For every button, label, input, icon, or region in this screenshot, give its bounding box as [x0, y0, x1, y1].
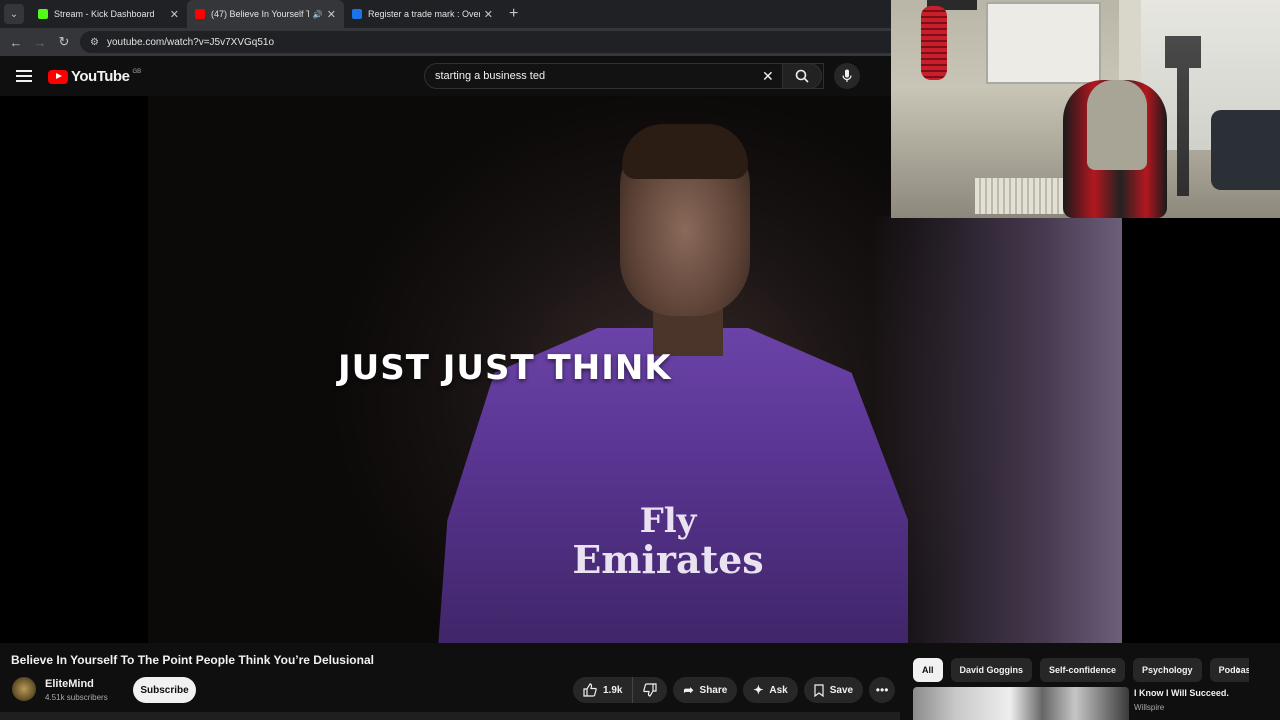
webcam-microphone — [921, 6, 947, 80]
chevron-right-icon[interactable]: › — [1236, 661, 1241, 677]
hair-shape — [622, 124, 748, 179]
logo-text: YouTube — [71, 68, 130, 85]
youtube-favicon-icon — [195, 9, 205, 19]
search-icon — [795, 69, 809, 83]
dislike-button[interactable] — [633, 677, 667, 703]
right-panel-dark — [1122, 218, 1280, 643]
recommendation-title[interactable]: I Know I Will Succeed. — [1134, 688, 1229, 698]
tab-close-icon[interactable]: ✕ — [327, 8, 336, 21]
search-button[interactable] — [782, 63, 822, 89]
tab-label: Register a trade mark : Overvie — [368, 9, 480, 19]
clear-search-icon[interactable]: ✕ — [762, 68, 774, 85]
video-caption: JUST JUST THINK — [338, 348, 672, 388]
tab-close-icon[interactable]: ✕ — [170, 8, 179, 21]
like-button[interactable]: 1.9k — [573, 677, 634, 703]
menu-icon[interactable] — [16, 70, 32, 82]
gov-favicon-icon — [352, 9, 362, 19]
new-tab-icon[interactable]: + — [509, 5, 518, 23]
youtube-logo[interactable]: YouTube GB — [48, 68, 141, 85]
ask-label: Ask — [769, 684, 788, 696]
url-text: youtube.com/watch?v=J5v7XVGq51o — [106, 36, 275, 48]
recommendation-channel[interactable]: Willspire — [1134, 703, 1164, 712]
sparkle-icon: ✦ — [753, 683, 764, 697]
video-actions: 1.9k ➦ Share ✦ Ask Save ••• — [573, 677, 896, 703]
filter-chips: All David Goggins Self-confidence Psycho… — [913, 657, 1249, 683]
webcam-sofa — [1211, 110, 1280, 190]
thumbs-up-icon — [583, 683, 597, 697]
video-title: Believe In Yourself To The Point People … — [11, 653, 374, 667]
recommendation-thumbnail[interactable] — [913, 687, 1129, 720]
youtube-play-icon — [48, 69, 68, 84]
country-code: GB — [132, 68, 142, 75]
browser-tab-youtube[interactable]: (47) Believe In Yourself To T 🔊 ✕ — [187, 0, 344, 28]
thumbs-down-icon — [643, 683, 658, 697]
video-info: Believe In Yourself To The Point People … — [0, 643, 1280, 720]
search-query: starting a business ted — [435, 70, 546, 82]
jersey-line2: Emirates — [572, 536, 764, 582]
speaker-icon[interactable]: 🔊 — [313, 10, 323, 19]
address-bar[interactable]: ⚙ youtube.com/watch?v=J5v7XVGq51o — [80, 31, 960, 53]
chip-psychology[interactable]: Psychology — [1133, 658, 1202, 682]
subscriber-count: 4.51k subscribers — [45, 693, 108, 702]
save-label: Save — [829, 684, 854, 696]
like-count: 1.9k — [603, 684, 623, 696]
share-label: Share — [699, 684, 728, 696]
chip-self-confidence[interactable]: Self-confidence — [1040, 658, 1126, 682]
side-glow — [872, 216, 1122, 643]
share-button[interactable]: ➦ Share — [673, 677, 738, 703]
tab-label: (47) Believe In Yourself To T — [211, 9, 309, 19]
more-horizontal-icon: ••• — [875, 683, 889, 697]
webcam-whiteboard — [986, 2, 1101, 84]
ask-button[interactable]: ✦ Ask — [743, 677, 798, 703]
browser-tab-trademark[interactable]: Register a trade mark : Overvie ✕ — [344, 0, 501, 28]
page-scroll-strip — [0, 712, 900, 720]
channel-name[interactable]: EliteMind — [45, 678, 94, 690]
tab-close-icon[interactable]: ✕ — [484, 8, 493, 21]
jersey-line1: Fly — [639, 501, 697, 541]
site-info-icon[interactable]: ⚙ — [90, 37, 99, 48]
share-icon: ➦ — [683, 683, 694, 697]
forward-arrow-icon[interactable]: → — [28, 35, 52, 50]
save-button[interactable]: Save — [803, 677, 864, 703]
microphone-icon — [842, 69, 852, 82]
back-arrow-icon[interactable]: ← — [4, 35, 28, 50]
browser-tab-kick[interactable]: Stream - Kick Dashboard ✕ — [30, 0, 187, 28]
like-dislike-bar: 1.9k — [573, 677, 668, 703]
avatar[interactable] — [12, 677, 36, 701]
kick-favicon-icon — [38, 9, 48, 19]
tab-search-button[interactable]: ⌄ — [4, 4, 24, 24]
webcam-overlay — [891, 0, 1280, 218]
voice-search-button[interactable] — [834, 63, 860, 89]
webcam-hoodie — [1087, 80, 1147, 170]
chip-all[interactable]: All — [913, 658, 943, 682]
webcam-radiator — [975, 178, 1065, 214]
jersey-sponsor-text: Fly Emirates — [558, 501, 778, 582]
bookmark-icon — [814, 683, 824, 697]
subscribe-button[interactable]: Subscribe — [133, 677, 196, 703]
chip-david-goggins[interactable]: David Goggins — [950, 658, 1033, 682]
tab-label: Stream - Kick Dashboard — [54, 9, 155, 19]
chip-podcasts[interactable]: Podcasts — [1209, 658, 1249, 682]
reload-icon[interactable]: ↻ — [52, 34, 76, 50]
more-actions-button[interactable]: ••• — [869, 677, 896, 703]
